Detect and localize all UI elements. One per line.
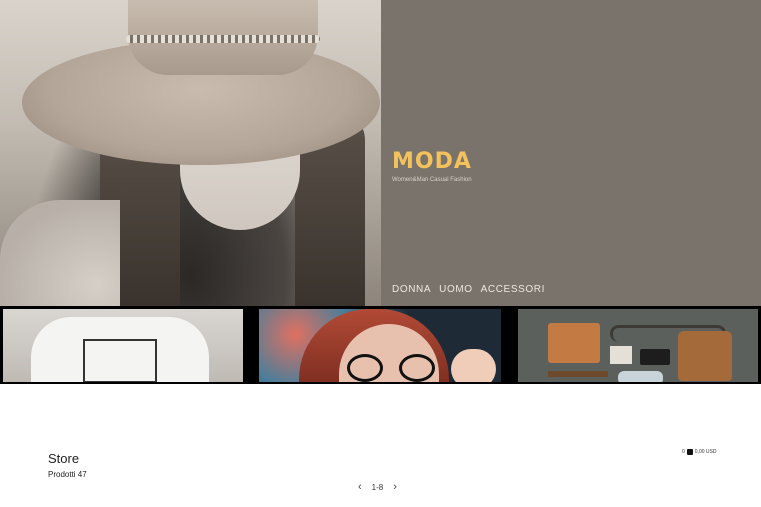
cart-summary[interactable]: 0 0,00 USD [682, 449, 716, 455]
card-image [610, 346, 632, 364]
scarf-image [618, 371, 663, 382]
cart-total: 0,00 USD [694, 449, 717, 455]
hand-image [451, 349, 496, 382]
chevron-right-icon[interactable]: › [393, 482, 397, 493]
page-range: 1-8 [371, 482, 384, 492]
brand-subtitle: Women&Man Casual Fashion [392, 177, 472, 183]
bag-image [678, 331, 732, 381]
pagination: ‹ 1-8 › [358, 482, 397, 493]
category-banners [0, 306, 761, 384]
belt-image [548, 371, 608, 377]
nav-item-donna[interactable]: DONNA [392, 284, 431, 295]
wallet-image [548, 323, 600, 363]
cart-count: 0 [682, 449, 685, 455]
phone-image [640, 349, 670, 365]
banner-accessories[interactable] [518, 309, 758, 382]
chevron-left-icon[interactable]: ‹ [358, 482, 362, 493]
brand-title[interactable]: MODA [392, 150, 472, 174]
glasses-lens-right [399, 354, 435, 382]
banner-woman-glasses[interactable] [259, 309, 501, 382]
cart-icon[interactable] [686, 449, 693, 455]
glasses-lens-left [347, 354, 383, 382]
hat-chain [126, 35, 320, 43]
nav-item-uomo[interactable]: UOMO [439, 284, 473, 295]
nav-item-accessori[interactable]: ACCESSORI [481, 284, 545, 295]
banner-tshirt[interactable] [3, 309, 243, 382]
hero-banner: MODA Women&Man Casual Fashion DONNA UOMO… [0, 0, 761, 306]
hero-photo [0, 0, 381, 306]
brand-block[interactable]: MODA Women&Man Casual Fashion [392, 150, 472, 184]
product-count: Prodotti 47 [48, 470, 87, 479]
hero-shoulder [0, 200, 120, 306]
tshirt-print [83, 339, 157, 382]
main-nav: DONNA UOMO ACCESSORI [392, 284, 545, 295]
store-title: Store [48, 451, 80, 466]
